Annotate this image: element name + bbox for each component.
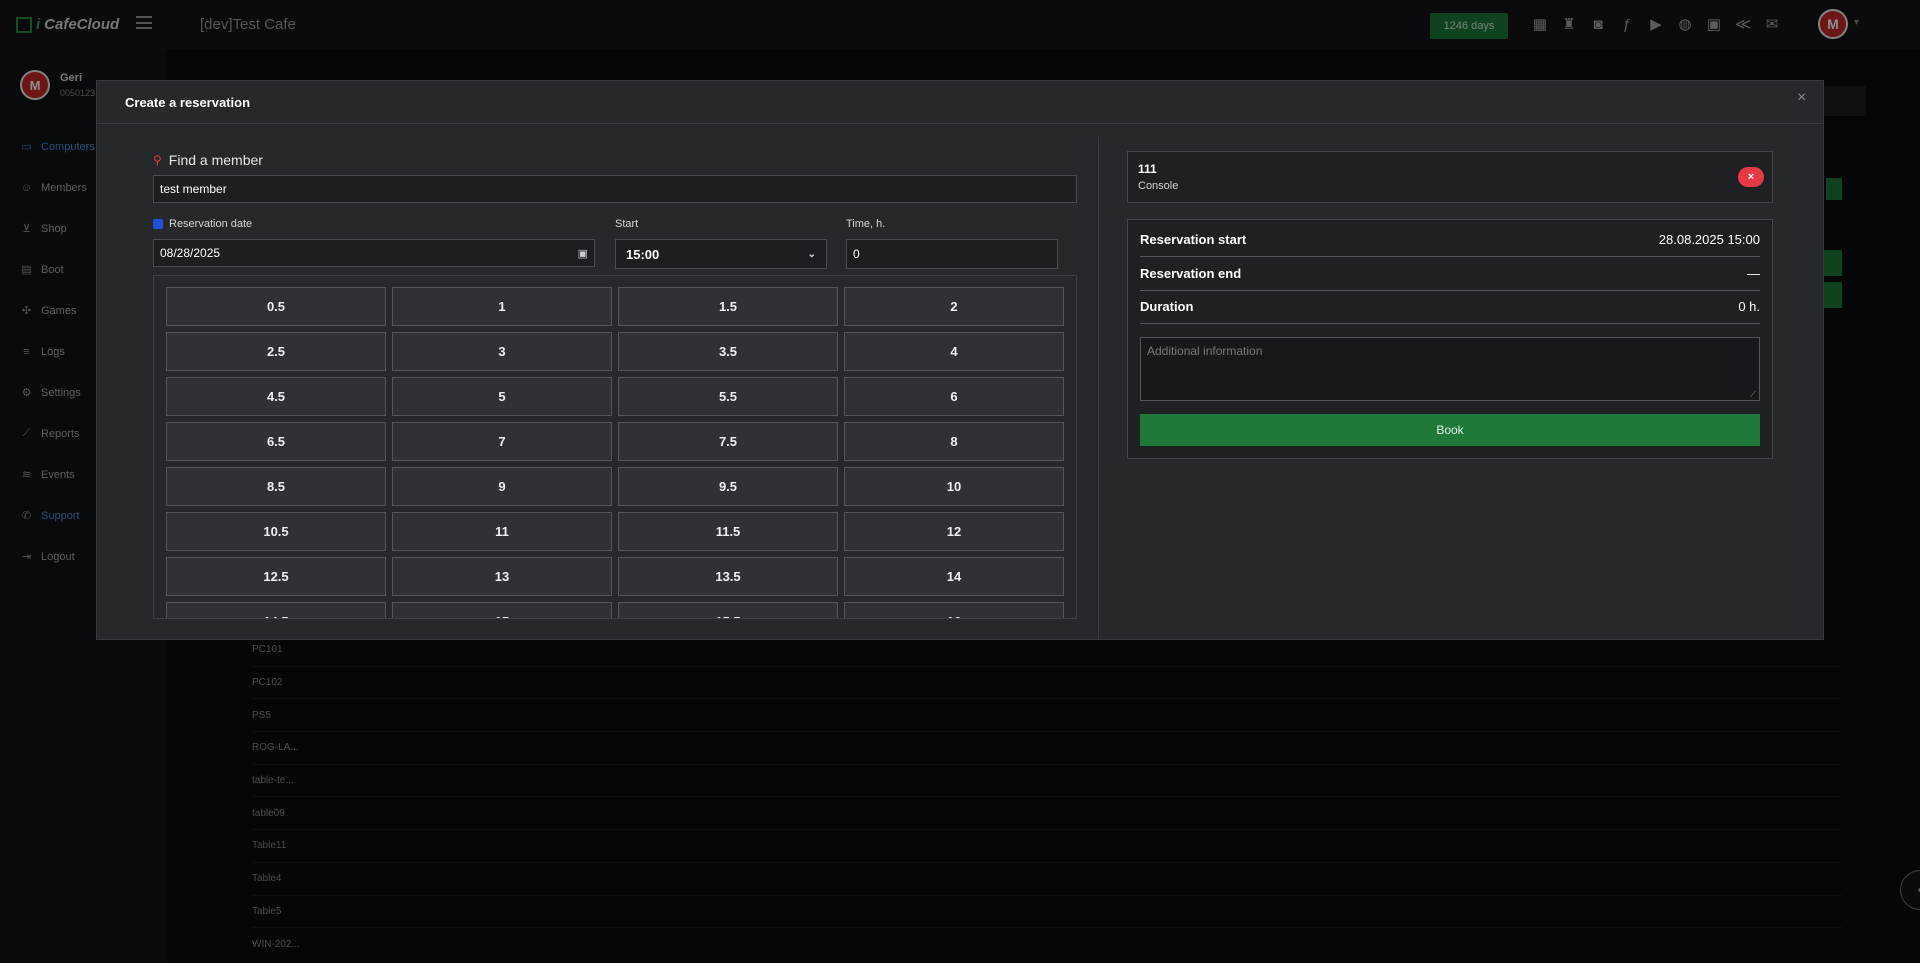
chevron-down-icon: ⌄ [807, 248, 816, 260]
duration-option-button[interactable]: 4.5 [166, 377, 386, 416]
summary-card: Reservation start 28.08.2025 15:00 Reser… [1127, 219, 1773, 459]
duration-option-button[interactable]: 16 [844, 602, 1064, 618]
start-label: Start [615, 218, 639, 230]
reservation-date-value: 08/28/2025 [160, 246, 221, 260]
device-type: Console [1138, 180, 1179, 192]
reservation-end-row: Reservation end — [1140, 257, 1760, 291]
date-picker-icon[interactable]: ▣ [578, 247, 588, 260]
duration-option-button[interactable]: 1 [392, 287, 612, 326]
duration-option-button[interactable]: 10.5 [166, 512, 386, 551]
duration-option-button[interactable]: 14 [844, 557, 1064, 596]
selected-device-card: 111 Console × [1127, 151, 1773, 203]
find-member-text: Find a member [168, 152, 263, 168]
duration-option-button[interactable]: 14.5 [166, 602, 386, 618]
duration-option-button[interactable]: 7.5 [618, 422, 838, 461]
duration-option-button[interactable]: 1.5 [618, 287, 838, 326]
book-button[interactable]: Book [1140, 414, 1760, 446]
duration-option-button[interactable]: 9 [392, 467, 612, 506]
calendar-icon [153, 219, 163, 229]
time-hours-input[interactable]: 0 [846, 239, 1058, 269]
duration-option-button[interactable]: 5 [392, 377, 612, 416]
duration-option-button[interactable]: 3 [392, 332, 612, 371]
duration-option-button[interactable]: 8 [844, 422, 1064, 461]
resize-handle-icon[interactable]: ⟋ [1750, 391, 1758, 399]
additional-information-input[interactable] [1140, 337, 1760, 401]
duration-option-button[interactable]: 13.5 [618, 557, 838, 596]
reservation-date-label: Reservation date [153, 218, 252, 230]
reservation-start-label: Reservation start [1140, 232, 1247, 247]
duration-option-button[interactable]: 3.5 [618, 332, 838, 371]
start-time-select[interactable]: 15:00 ⌄ [615, 239, 827, 269]
duration-option-button[interactable]: 6.5 [166, 422, 386, 461]
duration-value: 0 h. [1738, 299, 1760, 314]
reservation-end-label: Reservation end [1140, 266, 1242, 281]
duration-option-button[interactable]: 7 [392, 422, 612, 461]
member-search-input[interactable] [153, 175, 1077, 203]
reservation-start-value: 28.08.2025 15:00 [1658, 232, 1760, 247]
modal-title: Create a reservation [125, 95, 251, 110]
duration-option-button[interactable]: 6 [844, 377, 1064, 416]
duration-option-button[interactable]: 13 [392, 557, 612, 596]
duration-option-button[interactable]: 2 [844, 287, 1064, 326]
reservation-date-input[interactable]: 08/28/2025 ▣ [153, 239, 595, 267]
panel-divider [1098, 137, 1099, 639]
duration-option-button[interactable]: 12.5 [166, 557, 386, 596]
reservation-date-text: Reservation date [169, 218, 253, 230]
duration-option-button[interactable]: 2.5 [166, 332, 386, 371]
find-member-label: ⚲ Find a member [153, 152, 263, 168]
duration-option-button[interactable]: 0.5 [166, 287, 386, 326]
duration-options: 0.5 1 1.5 2 2.5 3 3.5 4 4.5 5 5.5 6 6.5 7 7.5 8 8.5 9 9.5 1… [166, 287, 1064, 618]
remove-device-button[interactable]: × [1738, 167, 1764, 187]
modal-header: Create a reservation × [97, 81, 1823, 124]
search-icon: ⚲ [153, 153, 162, 167]
duration-option-button[interactable]: 4 [844, 332, 1064, 371]
duration-option-button[interactable]: 8.5 [166, 467, 386, 506]
create-reservation-modal: Create a reservation × ⚲ Find a member R… [96, 80, 1824, 640]
close-icon[interactable]: × [1797, 89, 1806, 107]
reservation-start-row: Reservation start 28.08.2025 15:00 [1140, 223, 1760, 257]
time-hours-label: Time, h. [846, 218, 886, 230]
duration-option-button[interactable]: 15.5 [618, 602, 838, 618]
time-hours-value: 0 [853, 247, 860, 261]
duration-option-button[interactable]: 9.5 [618, 467, 838, 506]
duration-option-button[interactable]: 12 [844, 512, 1064, 551]
device-name: 111 [1138, 162, 1157, 176]
reservation-end-value: — [1747, 266, 1760, 281]
duration-option-button[interactable]: 5.5 [618, 377, 838, 416]
duration-row: Duration 0 h. [1140, 290, 1760, 324]
duration-grid[interactable]: 0.5 1 1.5 2 2.5 3 3.5 4 4.5 5 5.5 6 6.5 7 7.5 8 8.5 9 9.5 1… [153, 275, 1077, 619]
duration-option-button[interactable]: 11 [392, 512, 612, 551]
start-time-value: 15:00 [626, 246, 660, 262]
duration-option-button[interactable]: 15 [392, 602, 612, 618]
duration-label: Duration [1140, 299, 1194, 314]
duration-option-button[interactable]: 11.5 [618, 512, 838, 551]
duration-option-button[interactable]: 10 [844, 467, 1064, 506]
